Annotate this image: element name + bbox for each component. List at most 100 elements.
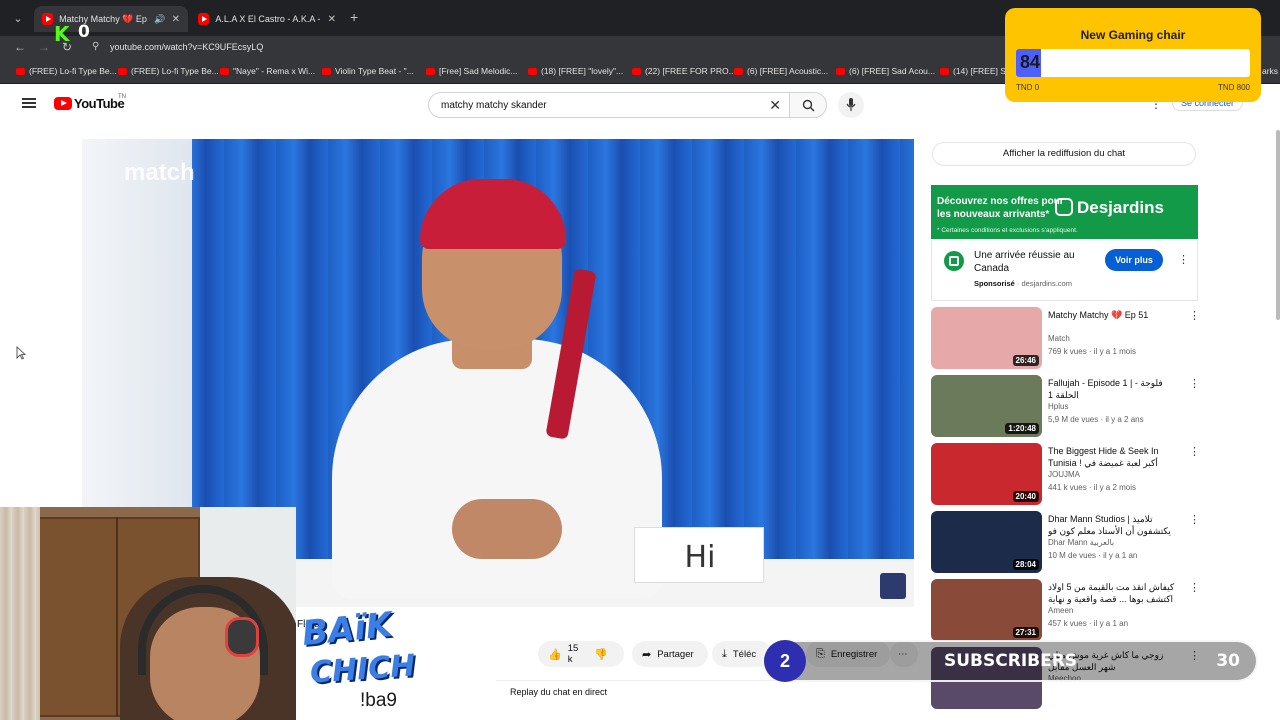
subscriber-count: 30: [1216, 651, 1240, 671]
bookmark-item[interactable]: Violin Type Beat - "...: [322, 66, 414, 76]
clear-search-icon[interactable]: ✕: [769, 97, 781, 114]
youtube-favicon-icon: [16, 67, 25, 75]
speaker-icon[interactable]: 🔊: [154, 14, 165, 25]
bookmark-item[interactable]: (22) [FREE FOR PRO...: [632, 66, 736, 76]
more-options-icon[interactable]: ⋮: [1189, 377, 1200, 390]
youtube-favicon-icon: [632, 67, 641, 75]
recommendation-item[interactable]: 20:40 The Biggest Hide & Seek In Tunisia …: [931, 443, 1201, 507]
more-options-icon[interactable]: ⋮: [1189, 513, 1200, 526]
video-channel[interactable]: Hplus: [1048, 402, 1068, 411]
close-tab-icon[interactable]: ✕: [172, 14, 180, 25]
youtube-favicon-icon: [426, 67, 435, 75]
recommendation-item[interactable]: 26:46 Matchy Matchy 💔 Ep 51 Match 769 k vue…: [931, 307, 1201, 371]
chat-command: !ba9: [360, 690, 397, 711]
site-info-icon[interactable]: ⚲: [92, 41, 99, 52]
search-icon: [802, 99, 815, 112]
new-tab-icon[interactable]: +: [350, 9, 358, 25]
share-button[interactable]: ➦ Partager: [632, 641, 708, 667]
video-duration: 26:46: [1012, 355, 1039, 366]
bookmark-item[interactable]: (FREE) Lo-fi Type Be...: [16, 66, 117, 76]
video-title[interactable]: Matchy Matchy 💔 Ep 51: [1048, 309, 1180, 321]
ad-sponsor: Sponsorisé · desjardins.com: [974, 279, 1072, 288]
chat-replay-bar[interactable]: Replay du chat en direct: [496, 680, 916, 700]
ad-cta-button[interactable]: Voir plus: [1105, 249, 1163, 271]
thumbs-up-icon[interactable]: 👍: [548, 648, 562, 661]
bookmark-item[interactable]: [Free] Sad Melodic...: [426, 66, 517, 76]
menu-icon[interactable]: [22, 98, 36, 108]
youtube-favicon-icon: [734, 67, 743, 75]
bookmark-item[interactable]: (18) [FREE] "lovely"...: [528, 66, 623, 76]
more-options-icon[interactable]: ⋮: [1189, 581, 1200, 594]
channel-watermark-icon[interactable]: [880, 573, 906, 599]
video-title[interactable]: The Biggest Hide & Seek In Tunisia ! أكب…: [1048, 445, 1180, 469]
desjardins-logo-icon: [1055, 198, 1073, 216]
video-channel[interactable]: Ameen: [1048, 606, 1073, 615]
youtube-favicon-icon: [528, 67, 537, 75]
overlay-title-line2: CHICH: [308, 648, 417, 691]
youtube-favicon-icon: [836, 67, 845, 75]
close-tab-icon[interactable]: ✕: [328, 14, 336, 25]
video-duration: 20:40: [1012, 491, 1039, 502]
subscriber-goal-index: 2: [764, 640, 806, 682]
bookmark-item[interactable]: arks: [1262, 66, 1278, 76]
url-field[interactable]: youtube.com/watch?v=KC9UFEcsyLQ: [110, 42, 263, 52]
advertiser-logo-icon: [944, 251, 964, 271]
more-options-icon[interactable]: ⋮: [1178, 253, 1189, 266]
video-thumbnail[interactable]: 20:40: [931, 443, 1042, 505]
bookmark-item[interactable]: (FREE) Lo-fi Type Be...: [118, 66, 219, 76]
video-title[interactable]: كيفاش انقذ مت بالقيمة من 5 اولاد اكتشف ب…: [1048, 581, 1180, 605]
video-channel[interactable]: JOUJMA: [1048, 470, 1080, 479]
recommendation-item[interactable]: 28:04 Dhar Mann Studios | تلاميذ يكتشفون …: [931, 511, 1201, 575]
voice-search-button[interactable]: [838, 92, 864, 118]
more-options-icon[interactable]: ⋮: [1189, 445, 1200, 458]
youtube-logo-text[interactable]: YouTube: [74, 96, 125, 111]
youtube-logo-icon[interactable]: [54, 97, 72, 110]
video-title[interactable]: Dhar Mann Studios | تلاميذ يكتشفون أن ال…: [1048, 513, 1180, 537]
youtube-favicon-icon: [220, 67, 229, 75]
forward-icon[interactable]: →: [38, 40, 50, 54]
show-chat-replay-button[interactable]: Afficher la rediffusion du chat: [932, 142, 1196, 166]
recommendation-item[interactable]: 27:31 كيفاش انقذ مت بالقيمة من 5 اولاد اك…: [931, 579, 1201, 643]
youtube-favicon-icon: [322, 67, 331, 75]
video-channel[interactable]: Match: [1048, 334, 1070, 343]
youtube-favicon-icon: [940, 67, 949, 75]
tab-search-icon[interactable]: ⌄: [8, 9, 28, 29]
video-meta: 5,9 M de vues · il y a 2 ans: [1048, 415, 1144, 424]
search-input[interactable]: matchy matchy skander ✕: [428, 92, 790, 118]
ad-card[interactable]: Une arrivée réussie au Canada Sponsorisé…: [931, 239, 1198, 301]
bookmark-item[interactable]: (6) [FREE] Acoustic...: [734, 66, 828, 76]
back-icon[interactable]: ←: [14, 40, 26, 54]
ad-banner[interactable]: Découvrez nos offres pour les nouveaux a…: [931, 185, 1198, 239]
video-channel[interactable]: Dhar Mann بالعربية: [1048, 538, 1114, 547]
youtube-favicon-icon: [118, 67, 127, 75]
country-code: TN: [118, 94, 126, 100]
goal-progress-bar: 84: [1016, 49, 1250, 77]
video-thumbnail[interactable]: 28:04: [931, 511, 1042, 573]
video-thumbnail[interactable]: 27:31: [931, 579, 1042, 641]
thumbs-down-icon[interactable]: 👎: [594, 648, 608, 661]
browser-tab[interactable]: A.L.A X El Castro - A.K.A - YouT ✕: [190, 6, 344, 32]
recommendation-item[interactable]: 1:20:48 Fallujah - Episode 1 | فلوجة - ال…: [931, 375, 1201, 439]
video-watermark: match: [124, 159, 195, 186]
video-thumbnail[interactable]: 1:20:48: [931, 375, 1042, 437]
like-dislike-group[interactable]: 👍 15 k 👎: [538, 641, 624, 667]
goal-title: New Gaming chair: [1080, 28, 1186, 42]
more-options-icon[interactable]: ⋮: [1189, 309, 1200, 322]
ad-brand: Desjardins: [1077, 198, 1164, 217]
tab-title: Matchy Matchy 💔 Ep 55 | M: [59, 13, 150, 24]
subscriber-goal-overlay: 2 SUBSCRIBERS 30: [762, 640, 1258, 682]
video-meta: 10 M de vues · il y a 1 an: [1048, 551, 1138, 560]
video-meta: 441 k vues · il y a 2 mois: [1048, 483, 1137, 492]
overlay-title-line1: BAïK: [300, 604, 395, 655]
page-scrollbar[interactable]: [1276, 130, 1280, 320]
bookmark-item[interactable]: "Naye" - Rema x Wi...: [220, 66, 315, 76]
name-card: Hi: [634, 527, 764, 583]
download-icon: ⤓: [722, 647, 727, 660]
video-meta: 769 k vues · il y a 1 mois: [1048, 347, 1137, 356]
video-title[interactable]: Fallujah - Episode 1 | فلوجة - الحلقة 1: [1048, 377, 1180, 401]
search-button[interactable]: [789, 92, 827, 118]
video-thumbnail[interactable]: 26:46: [931, 307, 1042, 369]
kick-viewer-count: 0: [78, 22, 90, 42]
tab-title: A.L.A X El Castro - A.K.A - YouT: [215, 14, 321, 24]
bookmark-item[interactable]: (6) [FREE] Sad Acou...: [836, 66, 935, 76]
